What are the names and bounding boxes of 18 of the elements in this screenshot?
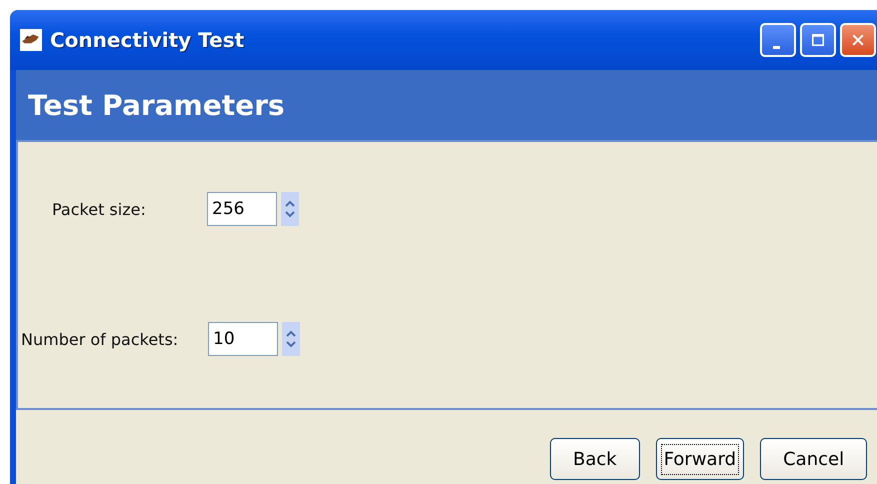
spinner-field[interactable]: 10 [208, 322, 278, 356]
bird-icon [20, 29, 42, 51]
minimize-button[interactable] [760, 23, 796, 57]
dialog-button[interactable]: Forward [656, 438, 744, 480]
spinner-arrows-icon[interactable] [282, 322, 300, 356]
maximize-icon [810, 32, 826, 48]
maximize-button[interactable] [800, 23, 836, 57]
close-button[interactable] [840, 23, 876, 57]
field-label: Number of packets: [21, 330, 180, 348]
page-heading: Test Parameters [28, 88, 285, 122]
dialog-button[interactable]: Cancel [760, 438, 868, 480]
minimize-icon [772, 46, 780, 48]
field-label: Packet size: [52, 200, 147, 218]
close-icon [850, 32, 866, 48]
window-title: Connectivity Test [50, 28, 244, 52]
spinner-arrows-icon[interactable] [281, 192, 299, 226]
dialog-button[interactable]: Back [550, 438, 640, 480]
spinner-field[interactable]: 256 [207, 192, 277, 226]
